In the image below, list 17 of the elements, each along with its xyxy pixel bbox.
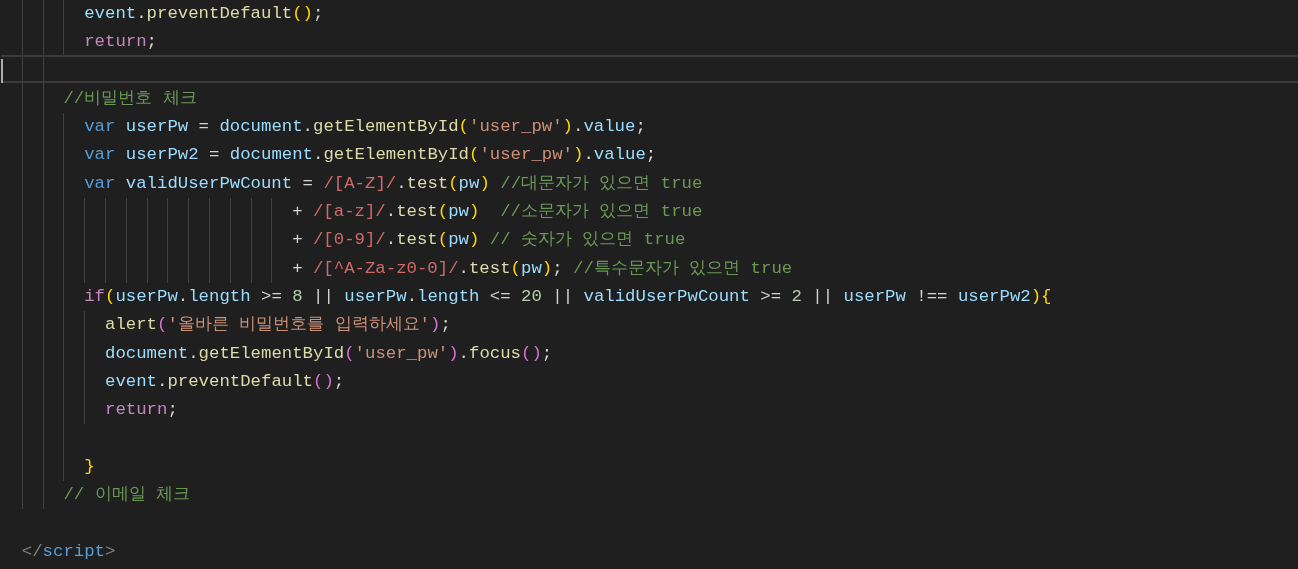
code-line: </script>: [21, 540, 116, 563]
code-line: + /[a-z]/.test(pw) //소문자가 있으면 true: [292, 201, 703, 224]
code-line: + /[0-9]/.test(pw) // 숫자가 있으면 true: [292, 229, 686, 252]
code-line: return;: [105, 399, 178, 422]
code-comment: //비밀번호 체크: [63, 87, 197, 110]
code-line: }: [84, 455, 95, 478]
code-line: event.preventDefault();: [84, 3, 324, 25]
code-line: var userPw = document.getElementById('user_pw').value;: [84, 116, 646, 139]
code-line: var userPw2 = document.getElementById('user_pw').value;: [84, 144, 657, 167]
code-line: document.getElementById('user_pw').focus();: [105, 342, 553, 365]
code-line: + /[^A-Za-z0-0]/.test(pw); //특수문자가 있으면 true: [292, 257, 793, 280]
code-line: var validUserPwCount = /[A-Z]/.test(pw) //대문자가 있으면 true: [84, 172, 703, 195]
code-line: return;: [84, 31, 157, 54]
code-line: if(userPw.length >= 8 || userPw.length <= 20 || validUserPwCount >= 2 || userPw !== userPw2){: [84, 285, 1052, 308]
code-line: alert('올바른 비밀번호를 입력하세요');: [105, 314, 451, 337]
code-line: event.preventDefault();: [105, 370, 345, 393]
code-comment: // 이메일 체크: [63, 484, 190, 507]
